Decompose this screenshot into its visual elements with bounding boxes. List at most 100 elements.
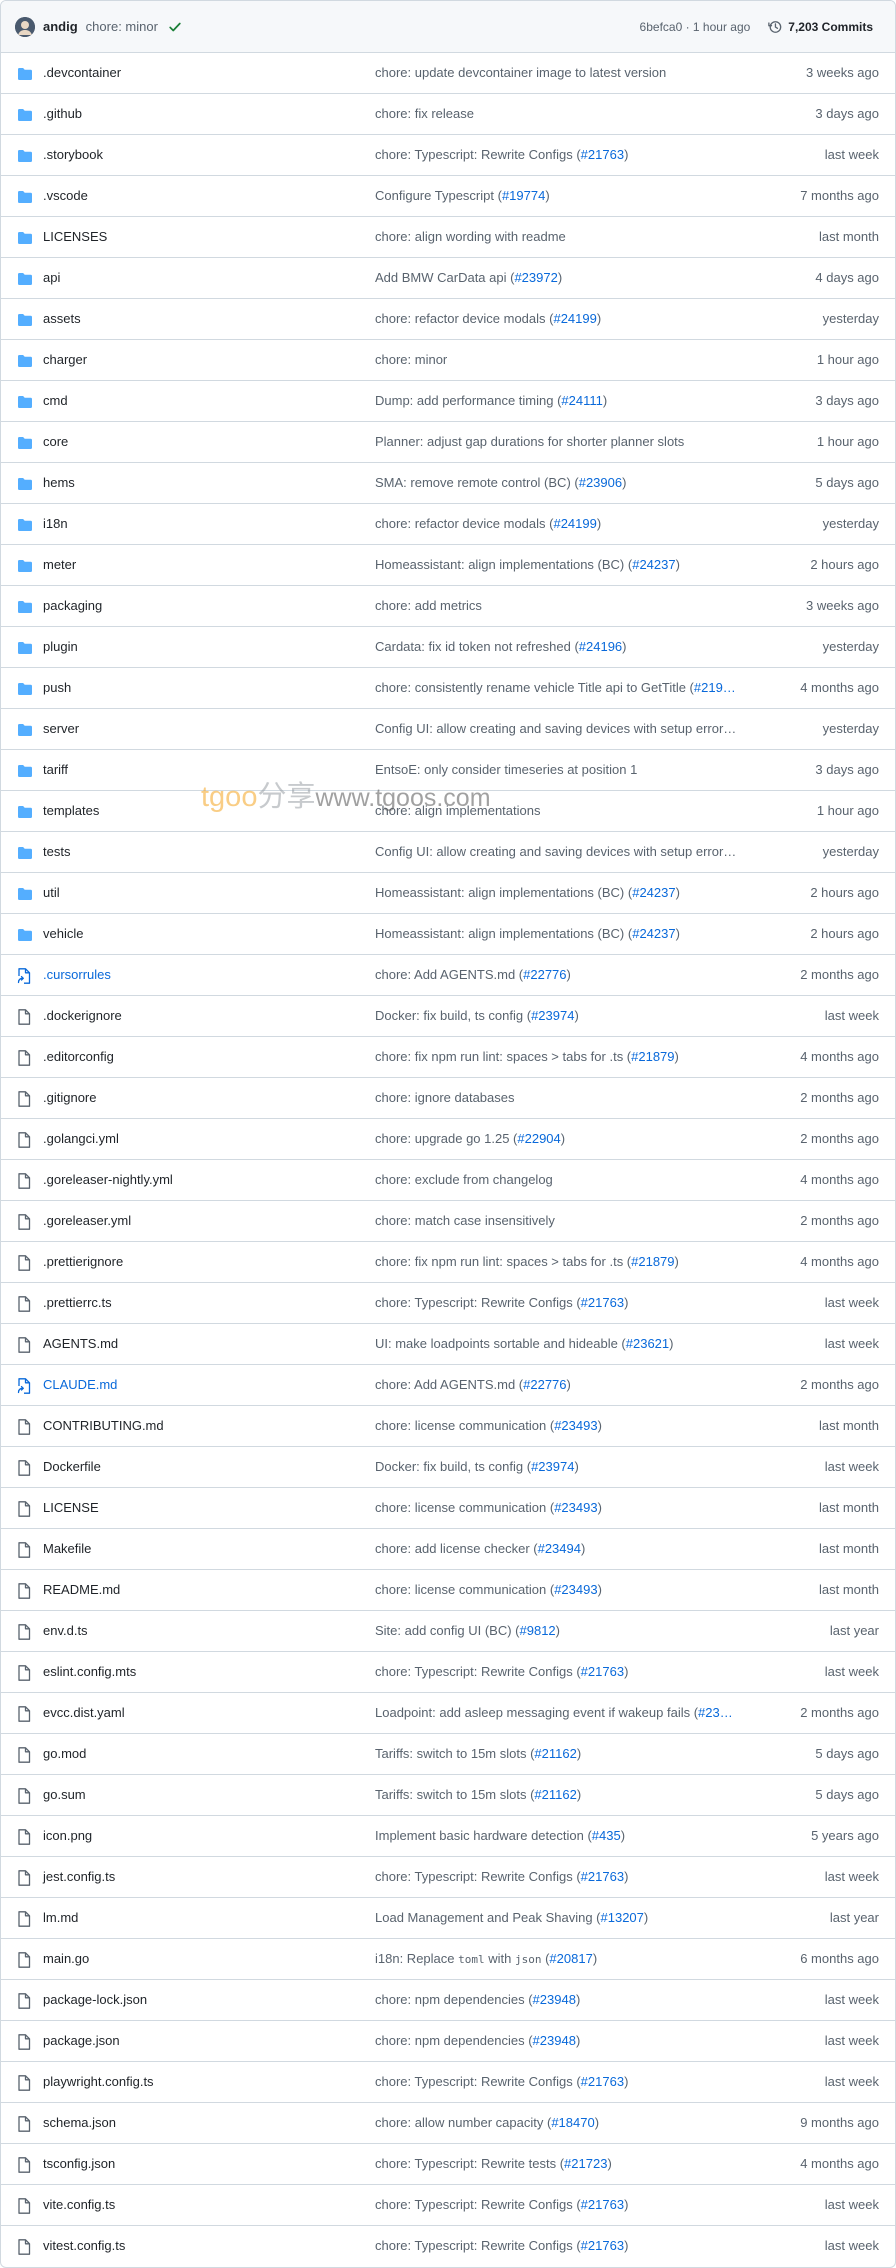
file-name-link[interactable]: server	[43, 709, 79, 749]
file-row[interactable]: Makefile chore: add license checker (#234…	[1, 1529, 895, 1570]
commit-message-link[interactable]: Configure Typescript (#19774)	[375, 176, 761, 216]
commit-age[interactable]: yesterday	[823, 299, 879, 339]
file-name-link[interactable]: api	[43, 258, 60, 298]
commit-age[interactable]: last week	[825, 996, 879, 1036]
file-row[interactable]: meter Homeassistant: align implementation…	[1, 545, 895, 586]
file-name-link[interactable]: CONTRIBUTING.md	[43, 1406, 164, 1446]
file-name-link[interactable]: CLAUDE.md	[43, 1365, 117, 1405]
commit-message-link[interactable]: chore: refactor device modals (#24199)	[375, 504, 761, 544]
commit-age[interactable]: 2 months ago	[800, 1365, 879, 1405]
file-row[interactable]: playwright.config.ts chore: Typescript: R…	[1, 2062, 895, 2103]
avatar[interactable]	[15, 16, 35, 37]
file-row[interactable]: CLAUDE.md chore: Add AGENTS.md (#22776) 2 …	[1, 1365, 895, 1406]
commit-message-link[interactable]: Docker: fix build, ts config (#23974)	[375, 1447, 761, 1487]
commit-message-link[interactable]: EntsoE: only consider timeseries at posi…	[375, 750, 761, 790]
commit-age[interactable]: 1 hour ago	[817, 791, 879, 831]
pull-request-link[interactable]: #23494	[538, 1541, 581, 1556]
commit-age[interactable]: last week	[825, 2185, 879, 2225]
commit-age[interactable]: 5 days ago	[815, 1734, 879, 1774]
pull-request-link[interactable]: #24196	[579, 639, 622, 654]
file-row[interactable]: cmd Dump: add performance timing (#24111)…	[1, 381, 895, 422]
commit-age[interactable]: 2 hours ago	[810, 545, 879, 585]
file-name-link[interactable]: hems	[43, 463, 75, 503]
pull-request-link[interactable]: #13207	[601, 1910, 644, 1925]
file-name-link[interactable]: LICENSE	[43, 1488, 99, 1528]
file-row[interactable]: vite.config.ts chore: Typescript: Rewrite…	[1, 2185, 895, 2226]
file-name-link[interactable]: plugin	[43, 627, 78, 667]
commit-message-link[interactable]: Docker: fix build, ts config (#23974)	[375, 996, 761, 1036]
file-row[interactable]: env.d.ts Site: add config UI (BC) (#9812)…	[1, 1611, 895, 1652]
file-row[interactable]: assets chore: refactor device modals (#24…	[1, 299, 895, 340]
file-name-link[interactable]: .editorconfig	[43, 1037, 114, 1077]
commit-age[interactable]: 2 hours ago	[810, 873, 879, 913]
commit-message-link[interactable]: chore: npm dependencies (#23948)	[375, 1980, 761, 2020]
file-row[interactable]: AGENTS.md UI: make loadpoints sortable an…	[1, 1324, 895, 1365]
file-name-link[interactable]: vitest.config.ts	[43, 2226, 125, 2266]
commit-message-link[interactable]: SMA: remove remote control (BC) (#23906)	[375, 463, 761, 503]
commit-age[interactable]: last week	[825, 2226, 879, 2266]
file-row[interactable]: templates chore: align implementations 1 h…	[1, 791, 895, 832]
check-icon[interactable]	[168, 20, 182, 34]
commit-message-link[interactable]: Homeassistant: align implementations (BC…	[375, 914, 761, 954]
file-name-link[interactable]: push	[43, 668, 71, 708]
commit-age[interactable]: yesterday	[823, 627, 879, 667]
file-name-link[interactable]: .golangci.yml	[43, 1119, 119, 1159]
commit-message-link[interactable]: Add BMW CarData api (#23972)	[375, 258, 761, 298]
commit-message-link[interactable]: chore: add metrics	[375, 586, 761, 626]
commit-message-link[interactable]: chore: Typescript: Rewrite Configs (#217…	[375, 1857, 761, 1897]
file-row[interactable]: main.go i18n: Replace toml with json (#20…	[1, 1939, 895, 1980]
file-row[interactable]: schema.json chore: allow number capacity …	[1, 2103, 895, 2144]
commit-age[interactable]: 5 years ago	[811, 1816, 879, 1856]
pull-request-link[interactable]: #23621	[626, 1336, 669, 1351]
file-row[interactable]: charger chore: minor 1 hour ago	[1, 340, 895, 381]
file-name-link[interactable]: go.sum	[43, 1775, 86, 1815]
file-row[interactable]: .vscode Configure Typescript (#19774) 7 mo…	[1, 176, 895, 217]
commit-age[interactable]: 1 hour ago	[817, 340, 879, 380]
file-name-link[interactable]: Makefile	[43, 1529, 91, 1569]
pull-request-link[interactable]: #219…	[694, 680, 736, 695]
commit-message-link[interactable]: Config UI: allow creating and saving dev…	[375, 709, 761, 749]
commit-message-link[interactable]: chore: add license checker (#23494)	[375, 1529, 761, 1569]
pull-request-link[interactable]: #21763	[581, 2074, 624, 2089]
file-name-link[interactable]: README.md	[43, 1570, 120, 1610]
pull-request-link[interactable]: #24237	[632, 885, 675, 900]
pull-request-link[interactable]: #23493	[554, 1500, 597, 1515]
pull-request-link[interactable]: #22776	[523, 1377, 566, 1392]
file-row[interactable]: plugin Cardata: fix id token not refreshe…	[1, 627, 895, 668]
commit-message-link[interactable]: chore: upgrade go 1.25 (#22904)	[375, 1119, 761, 1159]
file-name-link[interactable]: .cursorrules	[43, 955, 111, 995]
file-name-link[interactable]: vehicle	[43, 914, 83, 954]
commit-age[interactable]: 2 months ago	[800, 1078, 879, 1118]
file-row[interactable]: .cursorrules chore: Add AGENTS.md (#22776…	[1, 955, 895, 996]
file-row[interactable]: core Planner: adjust gap durations for sh…	[1, 422, 895, 463]
pull-request-link[interactable]: #21763	[581, 1869, 624, 1884]
pull-request-link[interactable]: #23493	[554, 1582, 597, 1597]
file-name-link[interactable]: .goreleaser.yml	[43, 1201, 131, 1241]
commit-age[interactable]: 3 days ago	[815, 94, 879, 134]
file-row[interactable]: .golangci.yml chore: upgrade go 1.25 (#22…	[1, 1119, 895, 1160]
file-name-link[interactable]: playwright.config.ts	[43, 2062, 154, 2102]
file-name-link[interactable]: vite.config.ts	[43, 2185, 115, 2225]
file-row[interactable]: go.sum Tariffs: switch to 15m slots (#211…	[1, 1775, 895, 1816]
commit-message-link[interactable]: chore: fix npm run lint: spaces > tabs f…	[375, 1037, 761, 1077]
commit-age[interactable]: last week	[825, 2021, 879, 2061]
commit-author[interactable]: andig	[43, 19, 78, 34]
commit-age[interactable]: 4 days ago	[815, 258, 879, 298]
pull-request-link[interactable]: #22776	[523, 967, 566, 982]
pull-request-link[interactable]: #24237	[632, 926, 675, 941]
file-row[interactable]: lm.md Load Management and Peak Shaving (#…	[1, 1898, 895, 1939]
commit-message-link[interactable]: chore: Add AGENTS.md (#22776)	[375, 1365, 761, 1405]
commit-age[interactable]: 2 hours ago	[810, 914, 879, 954]
commit-message-link[interactable]: chore: ignore databases	[375, 1078, 761, 1118]
commit-message-link[interactable]: chore: update devcontainer image to late…	[375, 53, 761, 93]
commit-age[interactable]: last week	[825, 1857, 879, 1897]
commit-message-link[interactable]: chore: Typescript: Rewrite Configs (#217…	[375, 135, 761, 175]
file-row[interactable]: .goreleaser.yml chore: match case insensi…	[1, 1201, 895, 1242]
pull-request-link[interactable]: #20817	[549, 1951, 592, 1966]
pull-request-link[interactable]: #9812	[520, 1623, 556, 1638]
commit-message-link[interactable]: Config UI: allow creating and saving dev…	[375, 832, 761, 872]
pull-request-link[interactable]: #21763	[581, 147, 624, 162]
commit-age[interactable]: yesterday	[823, 504, 879, 544]
commit-message-link[interactable]: chore: Typescript: Rewrite Configs (#217…	[375, 1652, 761, 1692]
commit-age[interactable]: last week	[825, 1652, 879, 1692]
